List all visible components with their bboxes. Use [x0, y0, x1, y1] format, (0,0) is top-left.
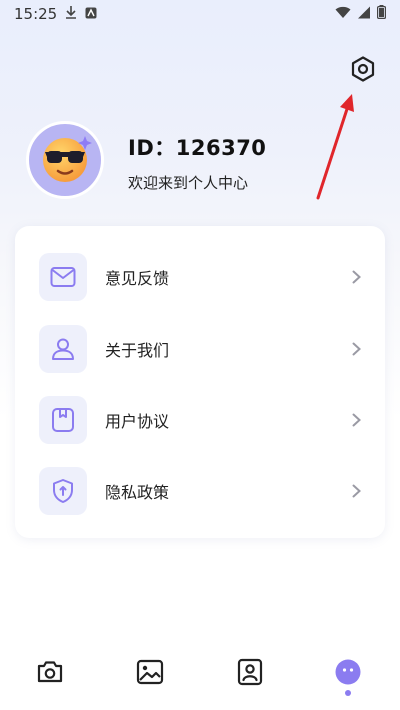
person-icon	[39, 325, 87, 373]
nav-item-gallery[interactable]	[134, 658, 166, 690]
document-icon	[39, 396, 87, 444]
chevron-right-icon	[349, 342, 363, 356]
active-tab-indicator	[345, 690, 351, 696]
menu-item-user-agreement[interactable]: 用户协议	[15, 390, 385, 450]
red-arrow-icon	[310, 90, 360, 206]
user-greeting: 欢迎来到个人中心	[128, 174, 249, 192]
user-id: ID：126370	[128, 136, 267, 160]
nav-item-portrait[interactable]	[234, 658, 266, 690]
menu-item-about-us[interactable]: 关于我们	[15, 319, 385, 379]
signal-icon	[357, 5, 371, 23]
nav-item-profile[interactable]	[332, 658, 364, 690]
wifi-icon	[335, 5, 351, 23]
image-icon	[136, 659, 164, 689]
profile-face-icon	[334, 658, 362, 690]
menu-item-label: 隐私政策	[105, 483, 170, 502]
menu-item-label: 关于我们	[105, 341, 170, 360]
shield-icon	[39, 467, 87, 515]
avatar[interactable]	[26, 121, 104, 199]
download-icon	[65, 5, 77, 23]
battery-icon	[377, 5, 387, 23]
app-notification-icon	[85, 5, 97, 23]
hexagon-settings-icon	[349, 55, 377, 87]
menu-item-feedback[interactable]: 意见反馈	[15, 247, 385, 307]
portrait-icon	[237, 658, 263, 690]
status-time: 15:25	[14, 5, 58, 23]
status-bar: 15:25	[0, 0, 400, 28]
menu-item-privacy-policy[interactable]: 隐私政策	[15, 461, 385, 521]
mail-icon	[39, 253, 87, 301]
chevron-right-icon	[349, 413, 363, 427]
nav-item-camera[interactable]	[34, 658, 66, 690]
menu-card: 意见反馈 关于我们 用户协议 隐私政策	[15, 226, 385, 538]
sunglasses-emoji-avatar	[33, 126, 97, 194]
bottom-nav	[0, 650, 400, 710]
camera-icon	[36, 659, 64, 689]
menu-item-label: 意见反馈	[105, 269, 170, 288]
menu-item-label: 用户协议	[105, 412, 170, 431]
chevron-right-icon	[349, 270, 363, 284]
chevron-right-icon	[349, 484, 363, 498]
settings-button[interactable]	[348, 56, 378, 86]
